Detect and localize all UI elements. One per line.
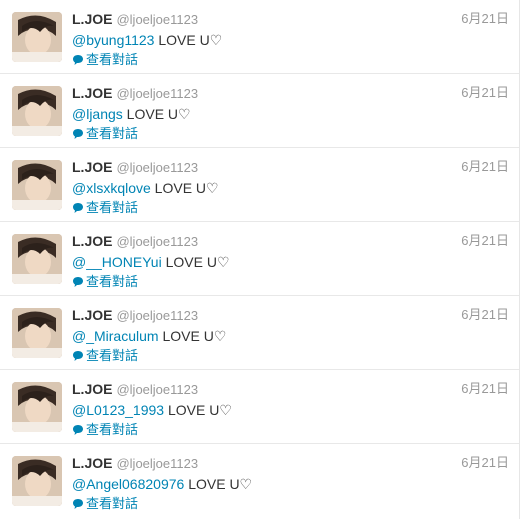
tweet-username[interactable]: @ljoeljoe1123 bbox=[116, 308, 198, 323]
view-conversation-link[interactable]: 查看對話 bbox=[72, 495, 509, 513]
tweet-username[interactable]: @ljoeljoe1123 bbox=[116, 234, 198, 249]
tweet-timestamp[interactable]: 6月21日 bbox=[461, 306, 509, 324]
tweet-text: @xlsxkqlove LOVE U♡ bbox=[72, 179, 509, 197]
tweet-item[interactable]: L.JOE @ljoeljoe1123 6月21日 @ljangs LOVE U♡… bbox=[0, 74, 519, 148]
view-conversation-link[interactable]: 查看對話 bbox=[72, 421, 509, 439]
tweet-text: @__HONEYui LOVE U♡ bbox=[72, 253, 509, 271]
tweet-mention[interactable]: @Angel06820976 bbox=[72, 476, 184, 492]
profile-photo-icon bbox=[12, 308, 62, 358]
tweet-timestamp[interactable]: 6月21日 bbox=[461, 84, 509, 102]
tweet-username[interactable]: @ljoeljoe1123 bbox=[116, 12, 198, 27]
tweet-mention[interactable]: @ljangs bbox=[72, 106, 123, 122]
tweet-fullname[interactable]: L.JOE bbox=[72, 381, 112, 397]
profile-photo-icon bbox=[12, 456, 62, 506]
view-conversation-label: 查看對話 bbox=[86, 496, 139, 511]
view-conversation-label: 查看對話 bbox=[86, 422, 139, 437]
tweet-fullname[interactable]: L.JOE bbox=[72, 159, 112, 175]
avatar[interactable] bbox=[12, 456, 62, 506]
tweet-item[interactable]: L.JOE @ljoeljoe1123 6月21日 @Angel06820976 … bbox=[0, 444, 519, 518]
tweet-mention[interactable]: @__HONEYui bbox=[72, 254, 162, 270]
tweet-mention[interactable]: @xlsxkqlove bbox=[72, 180, 151, 196]
tweet-timestamp[interactable]: 6月21日 bbox=[461, 454, 509, 472]
avatar[interactable] bbox=[12, 86, 62, 136]
speech-bubble-icon bbox=[73, 425, 83, 435]
tweet-mention[interactable]: @L0123_1993 bbox=[72, 402, 164, 418]
tweet-body: LOVE U♡ bbox=[164, 402, 232, 418]
view-conversation-link[interactable]: 查看對話 bbox=[72, 125, 509, 143]
tweet-text: @_Miraculum LOVE U♡ bbox=[72, 327, 509, 345]
tweet-fullname[interactable]: L.JOE bbox=[72, 307, 112, 323]
tweet-mention[interactable]: @_Miraculum bbox=[72, 328, 159, 344]
tweet-text: @ljangs LOVE U♡ bbox=[72, 105, 509, 123]
view-conversation-link[interactable]: 查看對話 bbox=[72, 347, 509, 365]
view-conversation-label: 查看對話 bbox=[86, 126, 139, 141]
tweet-timestamp[interactable]: 6月21日 bbox=[461, 380, 509, 398]
tweet-body: LOVE U♡ bbox=[150, 180, 219, 196]
view-conversation-link[interactable]: 查看對話 bbox=[72, 199, 509, 217]
avatar[interactable] bbox=[12, 12, 62, 62]
view-conversation-link[interactable]: 查看對話 bbox=[72, 51, 509, 69]
profile-photo-icon bbox=[12, 12, 62, 62]
avatar[interactable] bbox=[12, 308, 62, 358]
tweet-fullname[interactable]: L.JOE bbox=[72, 85, 112, 101]
tweet-timeline: L.JOE @ljoeljoe1123 6月21日 @byung1123 LOVE… bbox=[0, 0, 520, 519]
speech-bubble-icon bbox=[73, 277, 83, 287]
tweet-fullname[interactable]: L.JOE bbox=[72, 233, 112, 249]
view-conversation-label: 查看對話 bbox=[86, 200, 139, 215]
avatar[interactable] bbox=[12, 160, 62, 210]
view-conversation-label: 查看對話 bbox=[86, 274, 139, 289]
speech-bubble-icon bbox=[73, 203, 83, 213]
profile-photo-icon bbox=[12, 160, 62, 210]
tweet-timestamp[interactable]: 6月21日 bbox=[461, 158, 509, 176]
avatar[interactable] bbox=[12, 234, 62, 284]
tweet-mention[interactable]: @byung1123 bbox=[72, 32, 154, 48]
profile-photo-icon bbox=[12, 234, 62, 284]
tweet-body: LOVE U♡ bbox=[122, 106, 191, 122]
tweet-fullname[interactable]: L.JOE bbox=[72, 11, 112, 27]
tweet-item[interactable]: L.JOE @ljoeljoe1123 6月21日 @xlsxkqlove LOV… bbox=[0, 148, 519, 222]
tweet-timestamp[interactable]: 6月21日 bbox=[461, 10, 509, 28]
tweet-username[interactable]: @ljoeljoe1123 bbox=[116, 86, 198, 101]
tweet-item[interactable]: L.JOE @ljoeljoe1123 6月21日 @__HONEYui LOVE… bbox=[0, 222, 519, 296]
tweet-username[interactable]: @ljoeljoe1123 bbox=[116, 456, 198, 471]
tweet-item[interactable]: L.JOE @ljoeljoe1123 6月21日 @byung1123 LOVE… bbox=[0, 0, 519, 74]
avatar[interactable] bbox=[12, 382, 62, 432]
tweet-body: LOVE U♡ bbox=[184, 476, 253, 492]
tweet-body: LOVE U♡ bbox=[158, 328, 227, 344]
speech-bubble-icon bbox=[73, 129, 83, 139]
tweet-text: @Angel06820976 LOVE U♡ bbox=[72, 475, 509, 493]
tweet-fullname[interactable]: L.JOE bbox=[72, 455, 112, 471]
speech-bubble-icon bbox=[73, 499, 83, 509]
view-conversation-link[interactable]: 查看對話 bbox=[72, 273, 509, 291]
tweet-text: @byung1123 LOVE U♡ bbox=[72, 31, 509, 49]
tweet-username[interactable]: @ljoeljoe1123 bbox=[116, 160, 198, 175]
tweet-body: LOVE U♡ bbox=[154, 32, 223, 48]
tweet-item[interactable]: L.JOE @ljoeljoe1123 6月21日 @_Miraculum LOV… bbox=[0, 296, 519, 370]
profile-photo-icon bbox=[12, 382, 62, 432]
tweet-body: LOVE U♡ bbox=[161, 254, 230, 270]
view-conversation-label: 查看對話 bbox=[86, 52, 139, 67]
tweet-username[interactable]: @ljoeljoe1123 bbox=[116, 382, 198, 397]
profile-photo-icon bbox=[12, 86, 62, 136]
view-conversation-label: 查看對話 bbox=[86, 348, 139, 363]
speech-bubble-icon bbox=[73, 351, 83, 361]
speech-bubble-icon bbox=[73, 55, 83, 65]
tweet-text: @L0123_1993 LOVE U♡ bbox=[72, 401, 509, 419]
tweet-timestamp[interactable]: 6月21日 bbox=[461, 232, 509, 250]
tweet-item[interactable]: L.JOE @ljoeljoe1123 6月21日 @L0123_1993 LOV… bbox=[0, 370, 519, 444]
